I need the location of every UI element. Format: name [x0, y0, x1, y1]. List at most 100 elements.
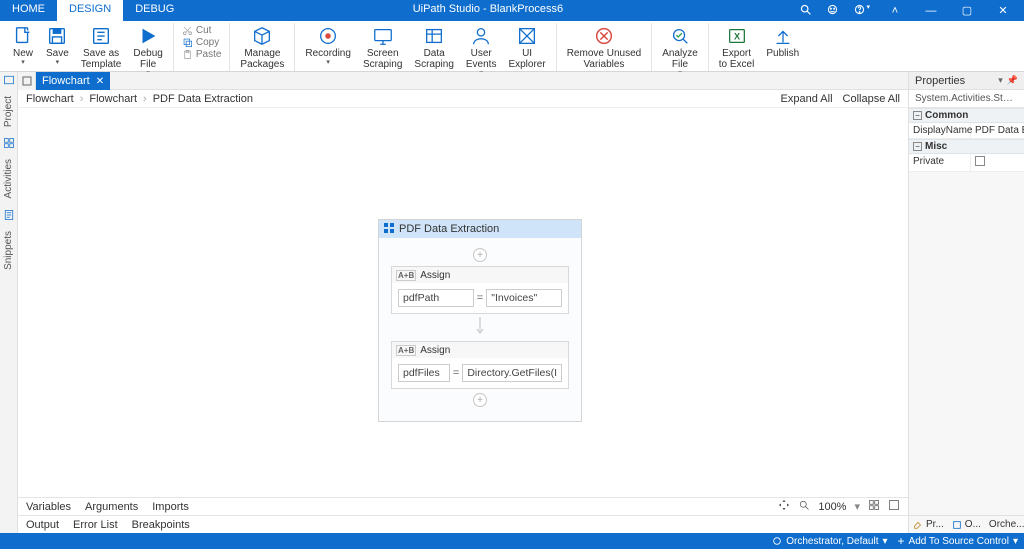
- zoom-dropdown[interactable]: ▾: [854, 500, 860, 513]
- manage-packages-button[interactable]: Manage Packages: [234, 23, 290, 70]
- source-control-button[interactable]: + Add To Source Control▾: [898, 534, 1018, 548]
- data-scraping-icon: [423, 25, 445, 47]
- export-excel-icon: X: [726, 25, 748, 47]
- publish-button[interactable]: Publish: [760, 23, 805, 59]
- assign-2-right[interactable]: Directory.GetFiles(I: [462, 364, 562, 382]
- remove-variables-icon: [593, 25, 615, 47]
- prop-private-value[interactable]: [971, 154, 1024, 172]
- checkbox-icon[interactable]: [975, 156, 985, 166]
- maximize-button[interactable]: ▢: [956, 4, 978, 17]
- screen-scraping-button[interactable]: Screen Scraping: [357, 23, 408, 70]
- user-events-button[interactable]: User Events▾: [460, 23, 503, 78]
- save-as-template-button[interactable]: Save as Template: [75, 23, 128, 70]
- panel-menu-icon[interactable]: ▾: [998, 75, 1003, 86]
- analyze-icon: [669, 25, 691, 47]
- title-right-controls: ▾ ˄ — ▢ ✕: [789, 0, 1024, 21]
- user-events-icon: [470, 25, 492, 47]
- cut-button[interactable]: Cut: [178, 25, 226, 36]
- pin-icon[interactable]: 📌: [1007, 75, 1018, 86]
- add-activity-top[interactable]: +: [473, 248, 487, 262]
- paste-button[interactable]: Paste: [178, 49, 226, 60]
- bottom-panel-tabs: Output Error List Breakpoints: [18, 515, 908, 533]
- assign-activity-2[interactable]: A+BAssign pdfFiles = Directory.GetFiles(…: [391, 341, 569, 389]
- arrow-down-icon: [475, 317, 485, 338]
- close-icon[interactable]: ✕: [96, 76, 104, 87]
- overview-icon[interactable]: [888, 499, 900, 514]
- properties-tab[interactable]: Pr...: [909, 519, 948, 530]
- menu-tab-home[interactable]: HOME: [0, 0, 57, 21]
- minimize-button[interactable]: —: [920, 5, 942, 17]
- recording-icon: [317, 25, 339, 47]
- save-template-icon: [90, 25, 112, 47]
- assign-2-left[interactable]: pdfFiles: [398, 364, 450, 382]
- recording-button[interactable]: Recording▾: [299, 23, 357, 67]
- expand-all-button[interactable]: Expand All: [781, 93, 833, 105]
- crumb-2[interactable]: PDF Data Extraction: [153, 93, 253, 105]
- pan-icon[interactable]: [778, 499, 790, 514]
- add-activity-bottom[interactable]: +: [473, 393, 487, 407]
- remove-unused-variables-button[interactable]: Remove Unused Variables: [561, 23, 647, 70]
- properties-header[interactable]: Properties ▾📌: [909, 72, 1024, 90]
- error-list-tab[interactable]: Error List: [73, 519, 118, 531]
- rail-activities[interactable]: Activities: [3, 155, 14, 202]
- menu-tab-debug[interactable]: DEBUG: [123, 0, 186, 21]
- assign-1-left[interactable]: pdfPath: [398, 289, 474, 307]
- designer-canvas[interactable]: PDF Data Extraction + A+BAssign pdfPath …: [18, 108, 908, 497]
- menu-tab-design[interactable]: DESIGN: [57, 0, 123, 21]
- sequence-icon: [383, 222, 395, 237]
- zoom-icon[interactable]: [798, 499, 810, 514]
- window-title: UiPath Studio - BlankProcess6: [186, 0, 789, 21]
- export-to-excel-button[interactable]: X Export to Excel: [713, 23, 761, 70]
- snippets-icon[interactable]: [3, 209, 15, 221]
- project-icon[interactable]: [3, 74, 15, 86]
- new-button[interactable]: New▾: [6, 23, 40, 67]
- orchestrator-tab[interactable]: Orche...: [985, 519, 1024, 530]
- ui-explorer-button[interactable]: UI Explorer: [502, 23, 551, 70]
- document-tabs: Flowchart ✕: [18, 72, 908, 90]
- zoom-value[interactable]: 100%: [818, 501, 846, 513]
- breadcrumb: Flowchart › Flowchart › PDF Data Extract…: [18, 90, 908, 108]
- save-button[interactable]: Save▾: [40, 23, 75, 67]
- collapse-ribbon-icon[interactable]: ˄: [884, 5, 906, 17]
- sequence-header[interactable]: PDF Data Extraction: [379, 220, 581, 238]
- variables-tab[interactable]: Variables: [26, 501, 71, 513]
- orchestrator-status[interactable]: Orchestrator, Default▾: [772, 536, 887, 547]
- doc-tab-flowchart[interactable]: Flowchart ✕: [36, 72, 110, 90]
- prop-group-misc[interactable]: −Misc: [909, 139, 1024, 154]
- title-bar: HOME DESIGN DEBUG UiPath Studio - BlankP…: [0, 0, 1024, 21]
- menu-tabs: HOME DESIGN DEBUG: [0, 0, 186, 21]
- crumb-0[interactable]: Flowchart: [26, 93, 74, 105]
- feedback-icon[interactable]: [826, 3, 839, 19]
- analyze-file-button[interactable]: Analyze File▾: [656, 23, 704, 78]
- sequence-title: PDF Data Extraction: [399, 223, 499, 235]
- imports-tab[interactable]: Imports: [152, 501, 189, 513]
- data-scraping-button[interactable]: Data Scraping: [408, 23, 459, 70]
- sequence-container[interactable]: PDF Data Extraction + A+BAssign pdfPath …: [378, 219, 582, 422]
- doc-tab-label: Flowchart: [42, 75, 90, 87]
- collapse-all-button[interactable]: Collapse All: [843, 93, 900, 105]
- breakpoints-tab[interactable]: Breakpoints: [132, 519, 190, 531]
- assign-1-right[interactable]: "Invoices": [486, 289, 562, 307]
- prop-displayname-value[interactable]: PDF Data E: [971, 123, 1024, 139]
- ui-explorer-icon: [516, 25, 538, 47]
- assign-activity-1[interactable]: A+BAssign pdfPath = "Invoices": [391, 266, 569, 314]
- doc-menu-icon[interactable]: [18, 72, 36, 90]
- assign-label-1: Assign: [420, 270, 450, 281]
- publish-icon: [772, 25, 794, 47]
- rail-snippets[interactable]: Snippets: [3, 227, 14, 274]
- arguments-tab[interactable]: Arguments: [85, 501, 138, 513]
- fit-screen-icon[interactable]: [868, 499, 880, 514]
- debug-file-button[interactable]: Debug File▾: [127, 23, 168, 78]
- close-button[interactable]: ✕: [992, 4, 1014, 17]
- prop-group-common[interactable]: −Common: [909, 108, 1024, 123]
- assign-label-2: Assign: [420, 345, 450, 356]
- activities-icon[interactable]: [3, 137, 15, 149]
- crumb-1[interactable]: Flowchart: [89, 93, 137, 105]
- outline-tab[interactable]: O...: [948, 519, 985, 530]
- rail-project[interactable]: Project: [3, 92, 14, 131]
- help-icon[interactable]: ▾: [853, 3, 870, 19]
- copy-button[interactable]: Copy: [178, 37, 226, 48]
- save-icon: [46, 25, 68, 47]
- output-tab[interactable]: Output: [26, 519, 59, 531]
- search-icon[interactable]: [799, 3, 812, 19]
